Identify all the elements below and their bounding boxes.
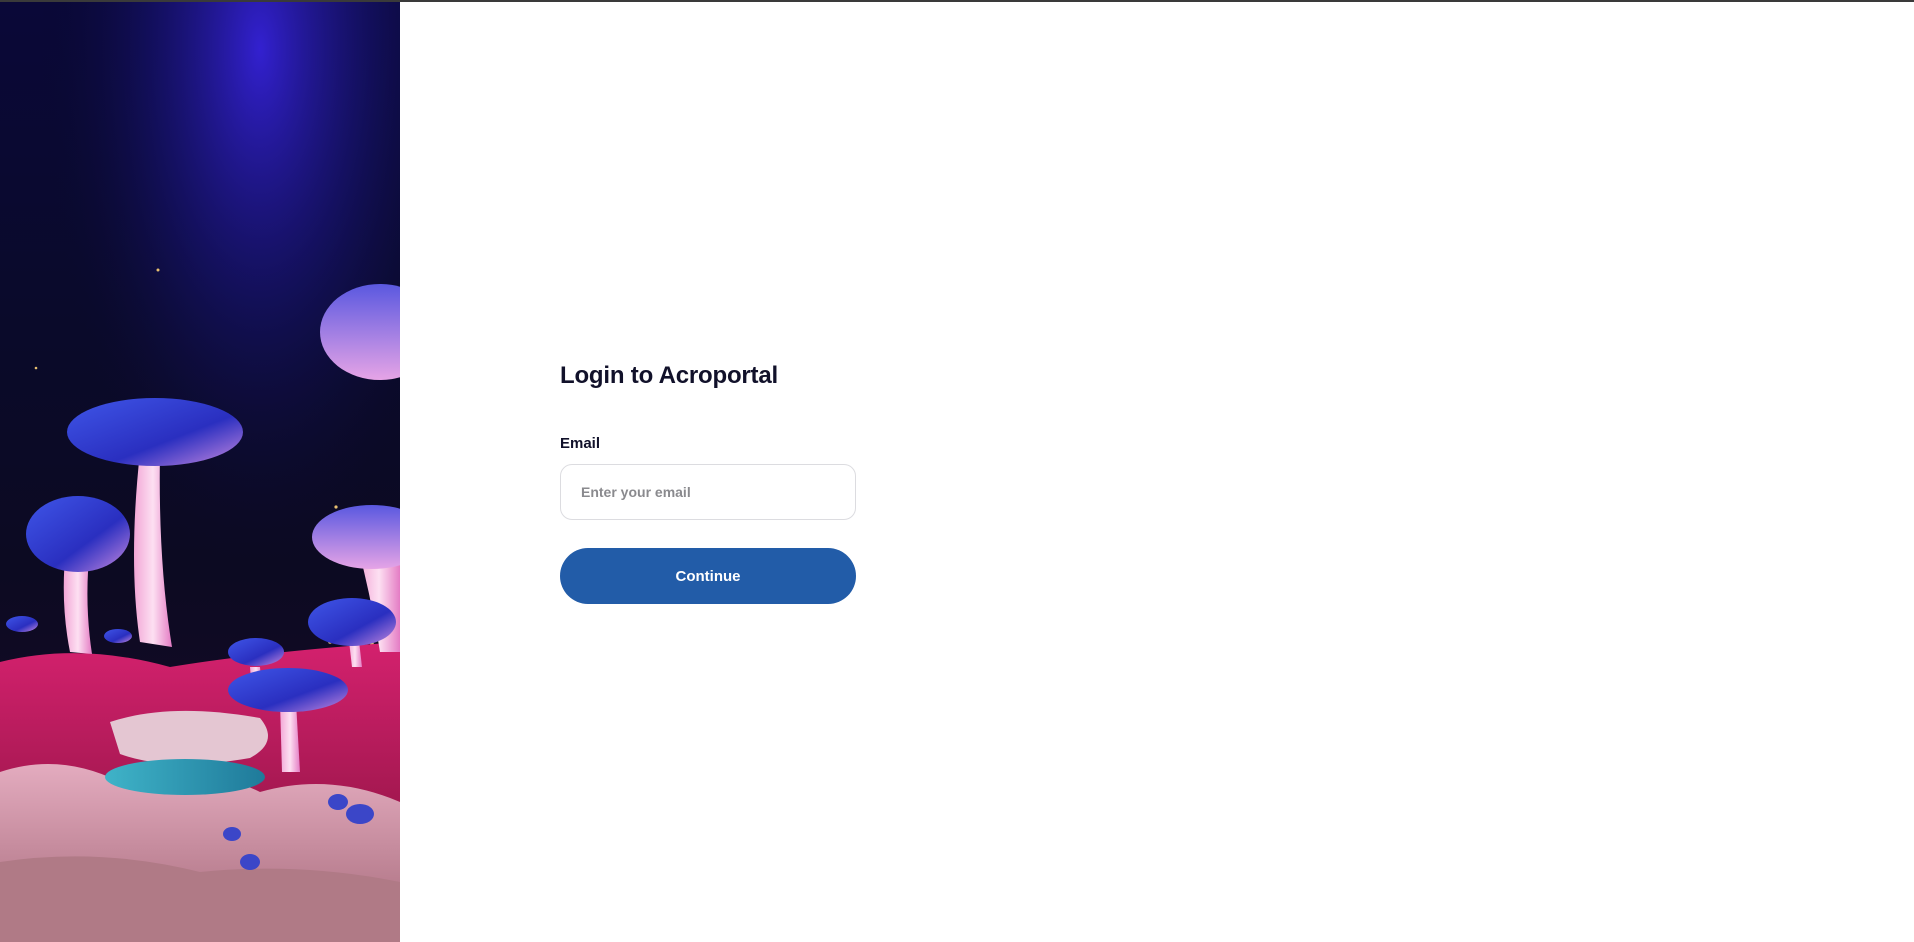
continue-button[interactable]: Continue (560, 548, 856, 604)
email-label: Email (560, 435, 601, 452)
login-form: Login to Acroportal Email Continue (560, 360, 856, 604)
hero-illustration (0, 2, 400, 942)
mushroom-landscape-art (0, 2, 400, 942)
email-input[interactable] (560, 464, 856, 520)
login-panel: Login to Acroportal Email Continue (400, 2, 1914, 942)
page-title: Login to Acroportal (560, 362, 778, 389)
window-top-border (0, 0, 1914, 2)
